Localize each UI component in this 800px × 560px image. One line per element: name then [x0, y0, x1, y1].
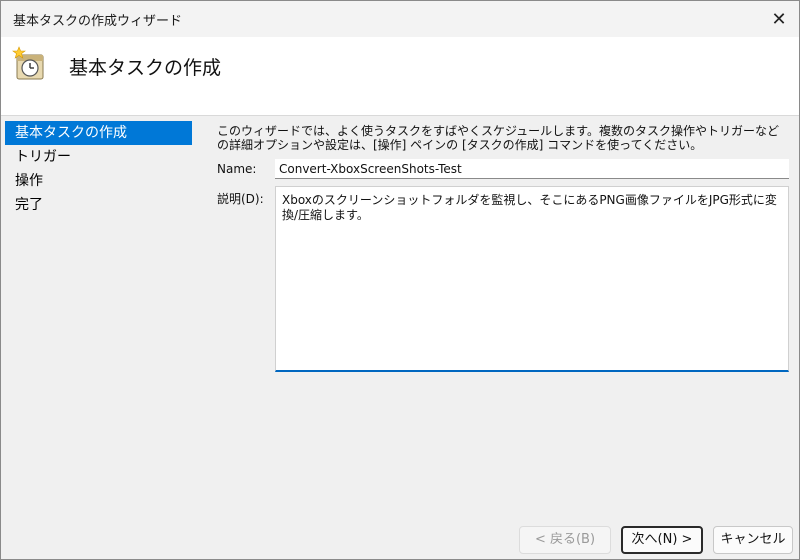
steps-pane: 基本タスクの作成 トリガー 操作 完了	[1, 116, 206, 521]
name-label: Name:	[217, 162, 257, 176]
page-title: 基本タスクの作成	[69, 57, 222, 79]
step-create-basic-task[interactable]: 基本タスクの作成	[5, 121, 192, 145]
step-action[interactable]: 操作	[5, 169, 192, 193]
step-finish[interactable]: 完了	[5, 193, 192, 217]
step-trigger[interactable]: トリガー	[5, 145, 192, 169]
wizard-header: 基本タスクの作成	[1, 37, 799, 116]
wizard-description: このウィザードでは、よく使うタスクをすばやくスケジュールします。複数のタスク操作…	[217, 124, 779, 152]
next-button[interactable]: 次へ(N) >	[621, 526, 703, 554]
name-input[interactable]	[275, 159, 789, 179]
wizard-window: 基本タスクの作成ウィザード ✕ 基本タスクの作成 基本タスクの作成 トリガー 操…	[0, 0, 800, 560]
content-pane: このウィザードでは、よく使うタスクをすばやくスケジュールします。複数のタスク操作…	[207, 116, 799, 521]
close-button[interactable]: ✕	[765, 5, 793, 33]
task-clock-icon	[12, 46, 44, 80]
cancel-button[interactable]: キャンセル	[713, 526, 793, 554]
title-bar: 基本タスクの作成ウィザード ✕	[1, 1, 799, 37]
description-label: 説明(D):	[217, 192, 264, 206]
description-textarea[interactable]: Xboxのスクリーンショットフォルダを監視し、そこにあるPNG画像ファイルをJP…	[275, 186, 789, 372]
footer-buttons: < 戻る(B) 次へ(N) > キャンセル	[1, 521, 799, 559]
close-icon: ✕	[771, 8, 787, 30]
window-title: 基本タスクの作成ウィザード	[13, 14, 183, 29]
back-button[interactable]: < 戻る(B)	[519, 526, 611, 554]
